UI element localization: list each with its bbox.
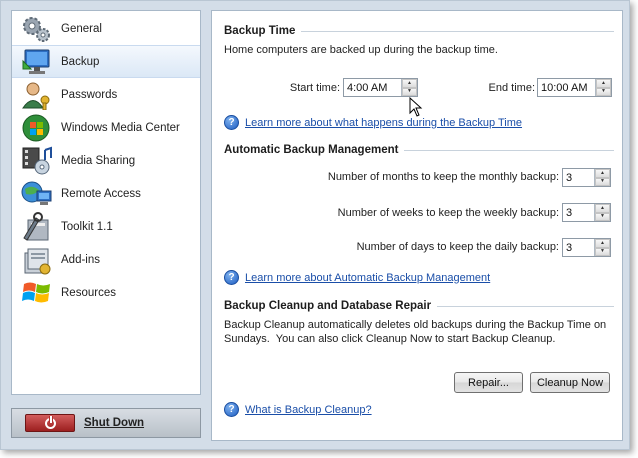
monthly-label: Number of months to keep the monthly bac… [327,171,559,183]
sidebar-item-backup[interactable]: Backup [12,45,200,78]
start-time-spinner[interactable]: 4:00 AM ▲ ▼ [343,78,418,97]
windows-flag-icon [20,278,54,308]
spinner-down-button[interactable]: ▼ [402,87,417,96]
backup-time-help-link[interactable]: Learn more about what happens during the… [245,117,522,129]
sidebar-item-label: Toolkit 1.1 [61,220,113,233]
spinner-up-button[interactable]: ▲ [596,79,611,88]
section-title: Automatic Backup Management [224,144,399,156]
backup-settings-panel: Backup Time Home computers are backed up… [211,10,623,441]
spinner-arrows: ▲ ▼ [401,79,417,96]
sidebar-item-windows-media-center[interactable]: Windows Media Center [12,111,200,144]
end-time-value[interactable]: 10:00 AM [538,82,595,94]
section-title: Backup Cleanup and Database Repair [224,300,432,312]
section-title: Backup Time [224,25,296,37]
settings-window: General Backup Passwords Windows Media C… [0,0,630,450]
sidebar: General Backup Passwords Windows Media C… [11,10,201,395]
end-time-spinner[interactable]: 10:00 AM ▲ ▼ [537,78,612,97]
sidebar-item-label: Passwords [61,88,118,101]
sidebar-item-add-ins[interactable]: Add-ins [12,243,200,276]
cleanup-now-button[interactable]: Cleanup Now [530,372,610,393]
management-help-link[interactable]: Learn more about Automatic Backup Manage… [245,272,490,284]
spinner-down-button[interactable]: ▼ [595,212,610,221]
backup-computer-icon [20,47,54,77]
repair-button[interactable]: Repair... [454,372,523,393]
sidebar-item-remote-access[interactable]: Remote Access [12,177,200,210]
sidebar-item-label: General [61,22,102,35]
gears-icon [20,14,54,44]
sidebar-item-label: Add-ins [61,253,100,266]
sidebar-item-label: Media Sharing [61,154,136,167]
cleanup-description-line2: Sundays. You can also click Cleanup Now … [224,333,556,345]
help-icon[interactable]: ? [224,270,239,285]
weekly-value[interactable]: 3 [563,207,594,219]
help-icon[interactable]: ? [224,115,239,130]
weekly-label: Number of weeks to keep the weekly backu… [337,207,559,219]
daily-label: Number of days to keep the daily backup: [356,241,559,253]
spinner-arrows: ▲ ▼ [595,79,611,96]
spinner-up-button[interactable]: ▲ [595,204,610,213]
media-sharing-icon [20,146,54,176]
monthly-value[interactable]: 3 [563,172,594,184]
sidebar-item-label: Backup [61,55,100,68]
end-time-label: End time: [488,82,535,94]
divider [437,305,614,307]
sidebar-item-label: Remote Access [61,187,141,200]
management-help[interactable]: ? Learn more about Automatic Backup Mana… [224,270,490,285]
sidebar-item-label: Windows Media Center [61,121,180,134]
toolkit-icon [20,211,54,242]
shutdown-button[interactable] [25,414,75,432]
daily-spinner[interactable]: 3 ▲ ▼ [562,238,611,257]
start-time-label: Start time: [289,82,340,94]
spinner-up-button[interactable]: ▲ [595,239,610,248]
spinner-up-button[interactable]: ▲ [595,169,610,178]
shutdown-label[interactable]: Shut Down [84,417,144,429]
backup-time-help[interactable]: ? Learn more about what happens during t… [224,115,522,130]
cleanup-help-link[interactable]: What is Backup Cleanup? [245,404,372,416]
spinner-up-button[interactable]: ▲ [402,79,417,88]
cleanup-description-line1: Backup Cleanup automatically deletes old… [224,319,607,331]
cleanup-heading: Backup Cleanup and Database Repair [224,300,614,312]
spinner-arrows: ▲ ▼ [594,169,610,186]
weekly-spinner[interactable]: 3 ▲ ▼ [562,203,611,222]
cleanup-help[interactable]: ? What is Backup Cleanup? [224,402,372,417]
monthly-spinner[interactable]: 3 ▲ ▼ [562,168,611,187]
help-icon[interactable]: ? [224,402,239,417]
spinner-arrows: ▲ ▼ [594,204,610,221]
sidebar-item-passwords[interactable]: Passwords [12,78,200,111]
sidebar-item-label: Resources [61,286,116,299]
backup-time-description: Home computers are backed up during the … [224,44,498,56]
spinner-arrows: ▲ ▼ [594,239,610,256]
mouse-cursor-icon [409,97,423,117]
management-heading: Automatic Backup Management [224,144,614,156]
media-center-icon [20,113,54,143]
sidebar-item-general[interactable]: General [12,12,200,45]
backup-time-heading: Backup Time [224,25,614,37]
user-key-icon [20,80,54,110]
divider [301,30,614,32]
spinner-down-button[interactable]: ▼ [595,177,610,186]
spinner-down-button[interactable]: ▼ [596,87,611,96]
divider [404,149,614,151]
sidebar-item-media-sharing[interactable]: Media Sharing [12,144,200,177]
remote-access-icon [20,179,54,209]
sidebar-item-toolkit[interactable]: Toolkit 1.1 [12,210,200,243]
start-time-value[interactable]: 4:00 AM [344,82,401,94]
spinner-down-button[interactable]: ▼ [595,247,610,256]
addins-icon [20,245,54,275]
power-icon [44,415,56,429]
daily-value[interactable]: 3 [563,242,594,254]
sidebar-item-resources[interactable]: Resources [12,276,200,309]
shutdown-bar: Shut Down [11,408,201,438]
